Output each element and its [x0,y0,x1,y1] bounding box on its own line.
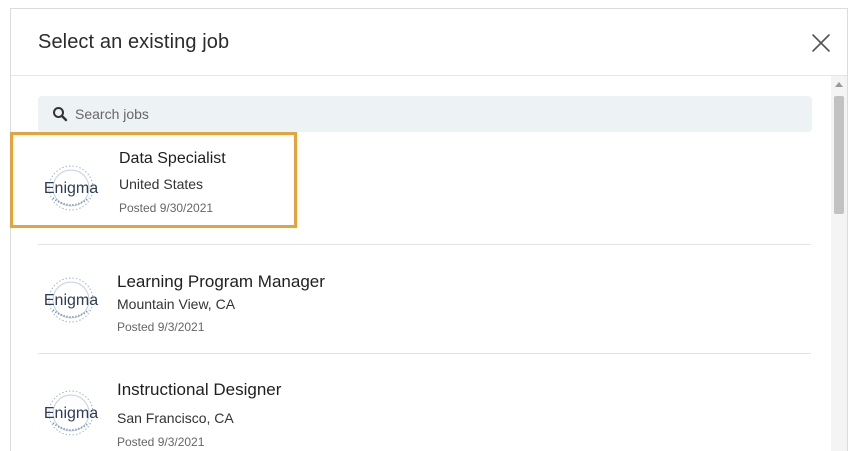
divider [38,244,811,245]
job-item-learning-program-manager[interactable]: Enigma Learning Program Manager Mountain… [21,246,811,354]
dialog-body: Enigma Data Specialist United States Pos… [11,76,847,451]
job-location: United States [119,176,204,192]
job-title: Learning Program Manager [117,272,325,291]
select-job-dialog: Select an existing job Search jobs Enigm… [10,8,848,451]
job-posted-date: Posted 9/3/2021 [117,320,205,334]
job-posted-date: Posted 9/30/2021 [119,201,214,215]
svg-text:Enigma: Enigma [44,405,98,422]
scrollbar-thumb[interactable] [834,96,844,214]
job-item-data-specialist[interactable]: Enigma Data Specialist United States Pos… [21,140,811,245]
search-icon [53,107,68,122]
job-location: Mountain View, CA [117,296,236,312]
search-bar[interactable] [38,96,812,132]
svg-text:Enigma: Enigma [44,180,98,197]
search-input[interactable] [75,106,775,122]
job-item-instructional-designer[interactable]: Enigma Instructional Designer San Franci… [21,355,811,451]
company-logo: Enigma [39,383,105,443]
job-title: Data Specialist [119,150,226,167]
company-logo: Enigma [39,270,105,330]
company-logo: Enigma [39,158,105,218]
close-icon [812,34,830,52]
job-posted-date: Posted 9/3/2021 [117,435,205,449]
scrollbar[interactable] [831,76,847,451]
job-title: Instructional Designer [117,380,282,399]
divider [38,353,811,354]
scroll-up-arrow-icon[interactable] [835,82,843,87]
svg-text:Enigma: Enigma [44,292,98,309]
job-location: San Francisco, CA [117,410,234,426]
dialog-header: Select an existing job [11,9,847,76]
dialog-title: Select an existing job [38,31,230,53]
close-button[interactable] [809,31,833,55]
